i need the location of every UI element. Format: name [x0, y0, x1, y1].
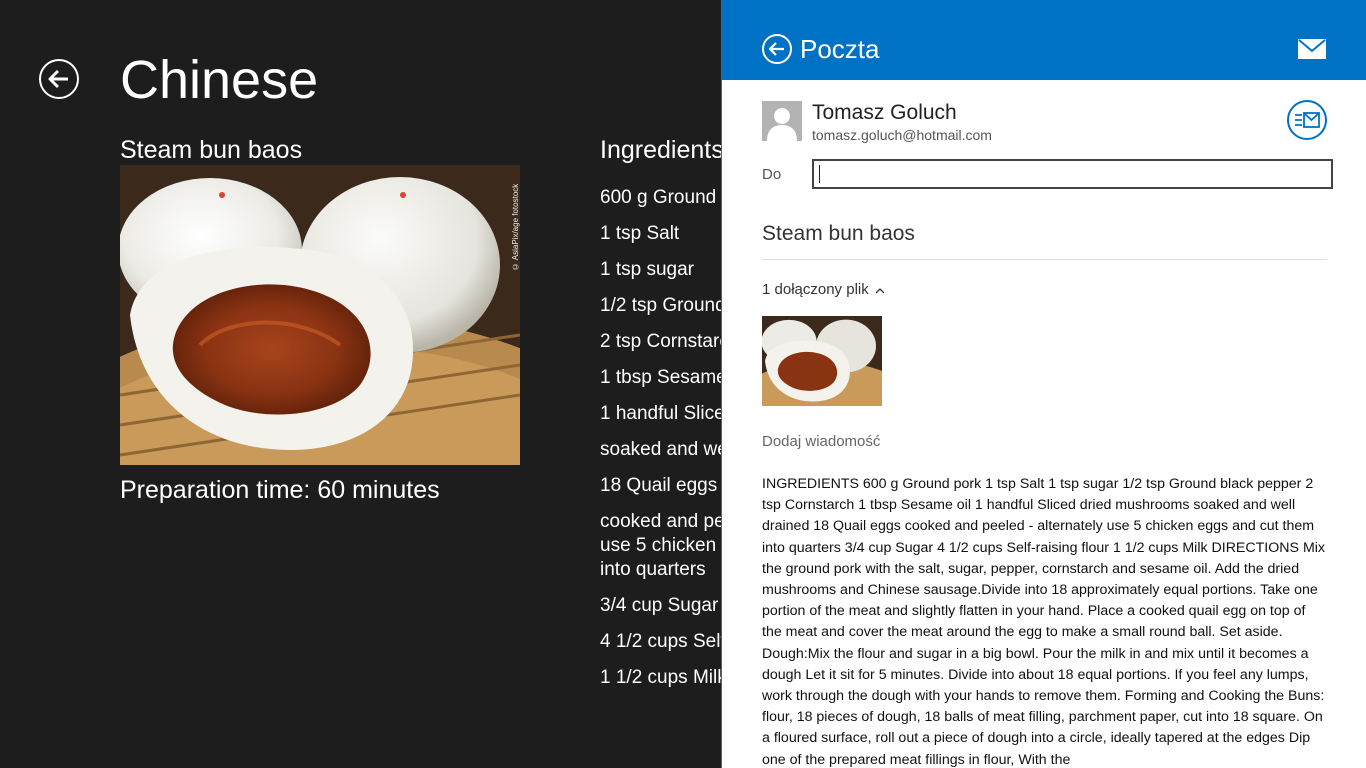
ingredient-item: 1/2 tsp Ground black pepper: [600, 295, 721, 316]
attachment-thumbnail[interactable]: [762, 316, 882, 406]
send-mail-icon: [1295, 112, 1320, 128]
sender-email: tomasz.goluch@hotmail.com: [812, 127, 992, 143]
pane-title: Poczta: [800, 34, 880, 64]
attachments-label: 1 dołączony plik: [762, 281, 869, 298]
recipe-app: Chinese Steam bun baos © AsiaPix/age fot…: [0, 0, 721, 768]
ingredient-item: 2 tsp Cornstarch: [600, 331, 721, 352]
user-silhouette-icon: [762, 101, 802, 141]
back-button[interactable]: [39, 59, 79, 99]
arrow-left-icon: [769, 42, 784, 56]
pane-header: Poczta: [722, 0, 1366, 80]
mail-share-pane: Poczta Tomasz Goluch tomasz.goluch@hotma…: [721, 0, 1366, 768]
attachments-toggle[interactable]: 1 dołączony plik: [762, 281, 885, 299]
ingredient-item: 18 Quail eggs: [600, 475, 718, 496]
pane-back-button[interactable]: [762, 34, 792, 64]
ingredient-item: 4 1/2 cups Self-raising flour: [600, 631, 721, 652]
recipe-title: Steam bun baos: [120, 136, 303, 164]
page-title: Chinese: [120, 50, 319, 110]
avatar: [762, 101, 802, 141]
subject-field[interactable]: Steam bun baos: [762, 220, 915, 248]
ingredients-heading: Ingredients: [600, 136, 721, 164]
arrow-left-icon: [48, 69, 68, 89]
mail-icon: [1298, 39, 1326, 59]
photo-credit: © AsiaPix/age fotostock: [511, 183, 520, 271]
subject-divider: [762, 259, 1327, 260]
text-caret: [819, 165, 820, 183]
add-message-field[interactable]: Dodaj wiadomość: [762, 433, 880, 451]
ingredient-item: 1 handful Sliced dried mushrooms: [600, 403, 721, 424]
ingredients-list: 600 g Ground pork 1 tsp Salt 1 tsp sugar…: [600, 186, 721, 702]
ingredient-item: cooked and peeled - alternately use 5 ch…: [600, 511, 721, 580]
ingredient-item: 600 g Ground pork: [600, 187, 721, 208]
ingredient-item: 1 tsp Salt: [600, 223, 680, 244]
message-body: INGREDIENTS 600 g Ground pork 1 tsp Salt…: [762, 476, 1326, 768]
to-label: Do: [762, 166, 782, 183]
ingredient-item: soaked and well drained: [600, 439, 721, 460]
chevron-up-icon: [875, 287, 885, 293]
ingredient-item: 3/4 cup Sugar: [600, 595, 719, 616]
send-button[interactable]: [1287, 100, 1327, 140]
recipe-photo: [120, 165, 520, 465]
ingredient-item: 1 tsp sugar: [600, 259, 694, 280]
ingredient-item: 1 tbsp Sesame oil: [600, 367, 721, 388]
sender-name: Tomasz Goluch: [812, 101, 957, 124]
ingredient-item: 1 1/2 cups Milk: [600, 667, 721, 688]
preparation-time: Preparation time: 60 minutes: [120, 476, 440, 504]
to-input[interactable]: [812, 159, 1333, 189]
